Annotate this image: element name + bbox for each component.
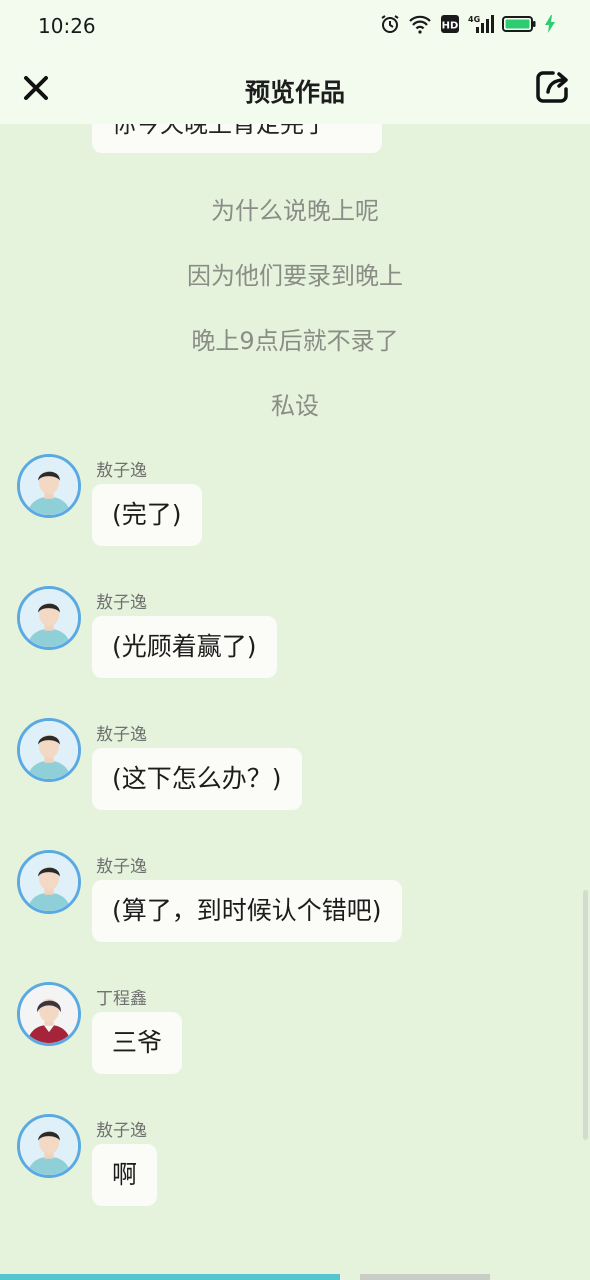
status-bar: 10:26 HD 4G [0,0,590,54]
avatar[interactable] [17,850,81,914]
sender-name: 敖子逸 [96,461,147,481]
narration-text: 因为他们要录到晚上 [187,262,403,290]
sender-name: 敖子逸 [96,725,147,745]
playback-progress-bar[interactable] [0,1274,590,1280]
message-bubble: 啊 [92,1144,158,1206]
message-bubble: (光顾着赢了) [92,616,277,678]
progress-buffered [360,1274,490,1280]
sender-name: 敖子逸 [96,593,147,613]
charging-icon [544,14,556,34]
sender-name: 丁程鑫 [96,989,147,1009]
avatar[interactable] [17,982,81,1046]
share-icon [536,71,568,103]
avatar[interactable] [17,454,81,518]
scrollbar-thumb[interactable] [583,890,588,1140]
message-bubble: (完了) [92,484,202,546]
message-bubble: 三爷 [92,1012,183,1074]
page-title: 预览作品 [244,78,345,107]
alarm-icon [380,14,400,34]
status-time: 10:26 [38,14,96,38]
progress-played [0,1274,340,1280]
partial-message-text: 你今天晚上肯定完了 [112,124,328,138]
avatar[interactable] [17,1114,81,1178]
narration-text: 晚上9点后就不录了 [191,327,399,355]
wifi-icon [408,14,432,34]
message-bubble: (算了，到时候认个错吧) [92,880,402,942]
sender-name: 敖子逸 [96,857,147,877]
narration-text: 为什么说晚上呢 [211,197,379,225]
title-bar: 预览作品 [0,54,590,124]
narration-text: 私设 [271,392,319,420]
battery-icon [502,14,536,34]
sender-name: 敖子逸 [96,1121,147,1141]
status-icons: HD 4G [380,14,556,34]
chat-content[interactable]: 你今天晚上肯定完了 为什么说晚上呢 因为他们要录到晚上 晚上9点后就不录了 私设… [0,124,590,1270]
network-label: 4G [468,15,480,24]
avatar[interactable] [17,718,81,782]
hd-label: HD [442,21,459,32]
hd-icon: HD [440,14,460,34]
share-button[interactable] [534,68,572,106]
partial-message-bubble: 你今天晚上肯定完了 [92,124,382,153]
4g-signal-icon: 4G [468,14,494,34]
message-bubble: (这下怎么办？) [92,748,302,810]
avatar[interactable] [17,586,81,650]
